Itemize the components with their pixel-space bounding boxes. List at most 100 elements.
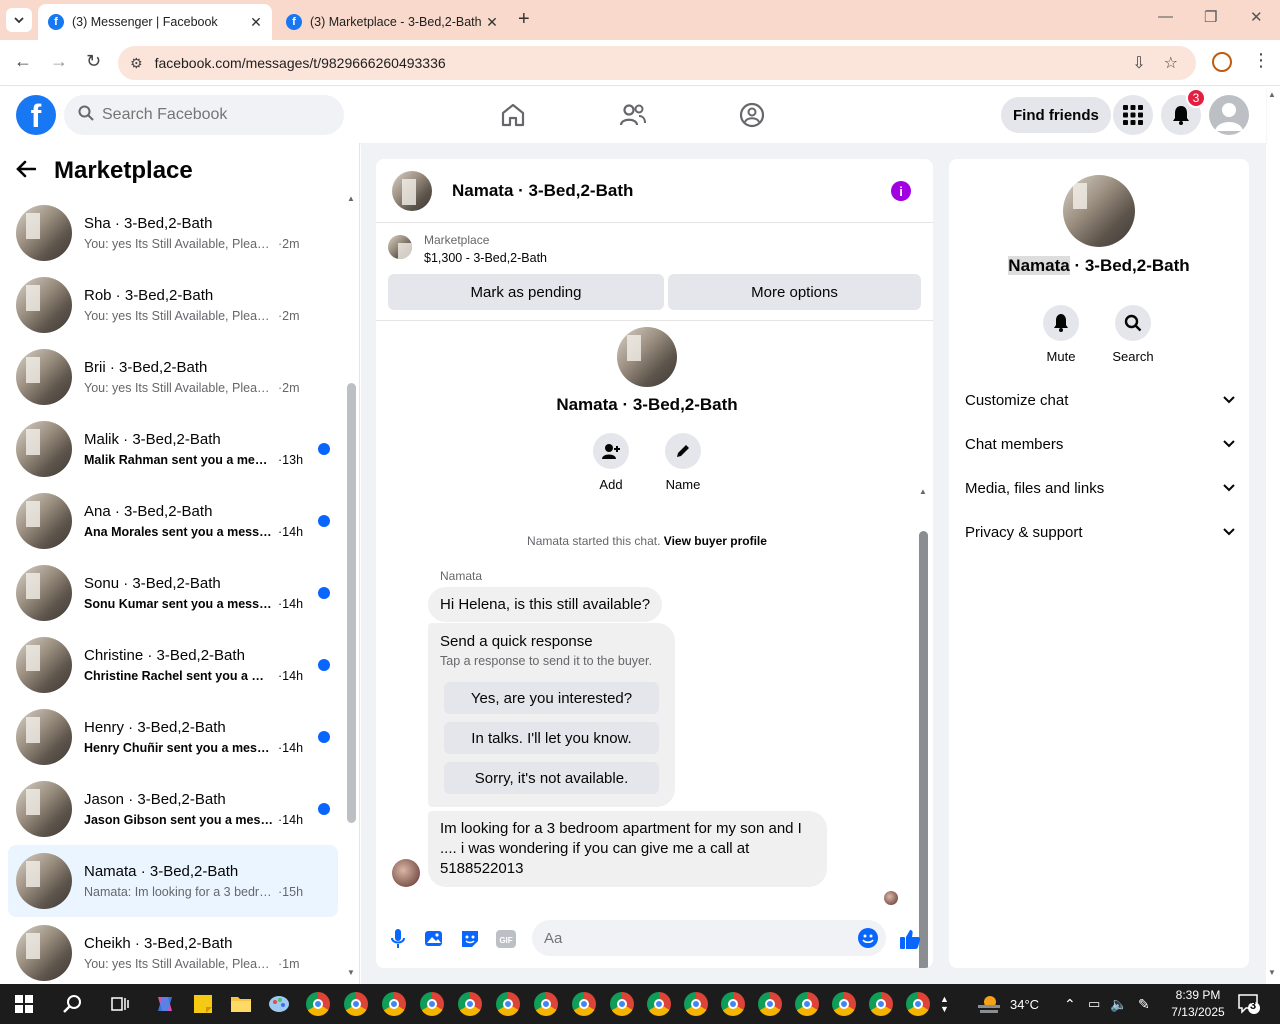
conversation-item[interactable]: Jason · 3-Bed,2-Bath Jason Gibson sent yo… [8, 773, 338, 845]
emoji-icon[interactable] [858, 928, 878, 948]
tab-marketplace[interactable]: f (3) Marketplace - 3-Bed,2-Bath ✕ [276, 4, 508, 40]
media-files-links-section[interactable]: Media, files and links [965, 466, 1235, 510]
browser-profile-icon[interactable] [1212, 52, 1232, 72]
conversation-item[interactable]: Malik · 3-Bed,2-Bath Malik Rahman sent yo… [8, 413, 338, 485]
network-icon[interactable]: ▭ [1088, 984, 1100, 1024]
chrome-icon[interactable] [904, 990, 932, 1018]
browser-menu-icon[interactable]: ⋮ [1252, 50, 1270, 71]
view-buyer-profile-link[interactable]: View buyer profile [664, 534, 767, 548]
sticker-icon[interactable] [458, 927, 482, 951]
taskbar-clock[interactable]: 8:39 PM 7/13/2025 [1170, 987, 1226, 1021]
file-explorer-icon[interactable] [227, 990, 255, 1018]
thumbs-up-icon[interactable] [898, 927, 922, 951]
mark-as-pending-button[interactable]: Mark as pending [388, 274, 664, 310]
message-input-wrapper[interactable] [532, 920, 886, 956]
scroll-up-arrow-icon[interactable]: ▲ [919, 487, 927, 496]
account-avatar[interactable] [1209, 95, 1249, 135]
install-app-icon[interactable]: ⇩ [1132, 53, 1145, 73]
friends-icon[interactable] [619, 101, 647, 129]
chat-title[interactable]: Namata · 3-Bed,2-Bath [452, 181, 633, 201]
thread-avatar[interactable] [617, 327, 677, 387]
close-window-icon[interactable]: ✕ [1250, 8, 1263, 26]
listing-price[interactable]: $1,300 - 3-Bed,2-Bath [424, 251, 547, 265]
scroll-up-arrow-icon[interactable]: ▲ [1268, 90, 1276, 99]
message-input[interactable] [544, 929, 844, 947]
conversation-item[interactable]: Namata · 3-Bed,2-Bath Namata: Im looking … [8, 845, 338, 917]
bookmark-star-icon[interactable]: ☆ [1164, 53, 1178, 73]
reload-icon[interactable]: ↻ [86, 51, 101, 72]
pen-icon[interactable]: ✎ [1138, 984, 1150, 1024]
conversation-item[interactable]: Sonu · 3-Bed,2-Bath Sonu Kumar sent you a… [8, 557, 338, 629]
mute-button[interactable]: Mute [1031, 305, 1091, 364]
conversation-item[interactable]: Cheikh · 3-Bed,2-Bath You: yes Its Still … [8, 917, 338, 989]
gif-icon[interactable]: GIF [494, 927, 518, 951]
facebook-search[interactable] [64, 95, 344, 135]
conversation-item[interactable]: Sha · 3-Bed,2-Bath You: yes Its Still Ava… [8, 197, 338, 269]
notification-center-icon[interactable]: 3 [1238, 994, 1260, 1014]
chrome-icon[interactable] [304, 990, 332, 1018]
scroll-up-arrow-icon[interactable]: ▲ [347, 194, 355, 203]
chrome-icon[interactable] [756, 990, 784, 1018]
url-text[interactable]: facebook.com/messages/t/9829666260493336 [155, 55, 1133, 71]
chrome-icon[interactable] [456, 990, 484, 1018]
restore-icon[interactable]: ❐ [1204, 8, 1217, 26]
groups-icon[interactable] [738, 101, 766, 129]
find-friends-button[interactable]: Find friends [1001, 97, 1111, 133]
new-tab-icon[interactable]: + [518, 8, 530, 31]
chrome-icon[interactable] [867, 990, 895, 1018]
photo-icon[interactable] [422, 927, 446, 951]
conversation-item[interactable]: Rob · 3-Bed,2-Bath You: yes Its Still Ava… [8, 269, 338, 341]
more-options-button[interactable]: More options [668, 274, 921, 310]
conversation-item[interactable]: Christine · 3-Bed,2-Bath Christine Rachel… [8, 629, 338, 701]
search-input[interactable] [102, 106, 322, 124]
close-tab-icon[interactable]: ✕ [482, 14, 502, 31]
microphone-icon[interactable] [386, 927, 410, 951]
sender-avatar[interactable] [392, 859, 420, 887]
menu-grid-icon[interactable] [1113, 95, 1153, 135]
chrome-icon[interactable] [608, 990, 636, 1018]
sticky-notes-icon[interactable] [189, 990, 217, 1018]
back-arrow-icon[interactable] [16, 158, 37, 184]
quick-reply-button[interactable]: Sorry, it's not available. [444, 762, 659, 794]
taskbar-search-icon[interactable] [58, 990, 86, 1018]
chrome-icon[interactable] [532, 990, 560, 1018]
name-button[interactable]: Name [653, 433, 713, 492]
details-avatar[interactable] [1063, 175, 1135, 247]
add-button[interactable]: Add [581, 433, 641, 492]
privacy-support-section[interactable]: Privacy & support [965, 510, 1235, 554]
home-icon[interactable] [499, 101, 527, 129]
scroll-down-arrow-icon[interactable]: ▼ [347, 968, 355, 977]
scroll-down-arrow-icon[interactable]: ▼ [1268, 968, 1276, 977]
quick-reply-button[interactable]: Yes, are you interested? [444, 682, 659, 714]
customize-chat-section[interactable]: Customize chat [965, 378, 1235, 422]
site-info-icon[interactable]: ⚙ [130, 55, 143, 72]
sidebar-scrollbar[interactable] [347, 383, 356, 823]
chrome-icon[interactable] [342, 990, 370, 1018]
chrome-icon[interactable] [494, 990, 522, 1018]
copilot-icon[interactable] [151, 990, 179, 1018]
paint-icon[interactable] [265, 990, 293, 1018]
tab-search-button[interactable] [6, 8, 32, 32]
chrome-icon[interactable] [418, 990, 446, 1018]
search-button[interactable]: Search [1103, 305, 1163, 364]
conversation-item[interactable]: Henry · 3-Bed,2-Bath Henry Chuñir sent yo… [8, 701, 338, 773]
tab-messenger[interactable]: f (3) Messenger | Facebook ✕ [38, 4, 272, 40]
chat-avatar[interactable] [392, 170, 432, 211]
chrome-icon[interactable] [380, 990, 408, 1018]
chrome-icon[interactable] [682, 990, 710, 1018]
minimize-icon[interactable]: — [1158, 8, 1173, 25]
info-icon[interactable]: i [891, 181, 911, 201]
task-view-icon[interactable] [106, 990, 134, 1018]
tray-chevron-up-icon[interactable]: ⌃ [1064, 984, 1076, 1024]
chrome-icon[interactable] [645, 990, 673, 1018]
listing-thumbnail[interactable] [388, 235, 412, 259]
weather-widget[interactable]: 34°C [976, 984, 1039, 1024]
taskbar-overflow-arrows[interactable]: ▲ ▼ [940, 984, 949, 1024]
chat-members-section[interactable]: Chat members [965, 422, 1235, 466]
chrome-icon[interactable] [793, 990, 821, 1018]
conversation-item[interactable]: Ana · 3-Bed,2-Bath Ana Morales sent you a… [8, 485, 338, 557]
conversation-item[interactable]: Brii · 3-Bed,2-Bath You: yes Its Still Av… [8, 341, 338, 413]
volume-icon[interactable]: 🔈 [1110, 984, 1127, 1024]
thread-scrollbar[interactable] [919, 531, 928, 968]
forward-arrow-icon[interactable]: → [50, 51, 68, 72]
